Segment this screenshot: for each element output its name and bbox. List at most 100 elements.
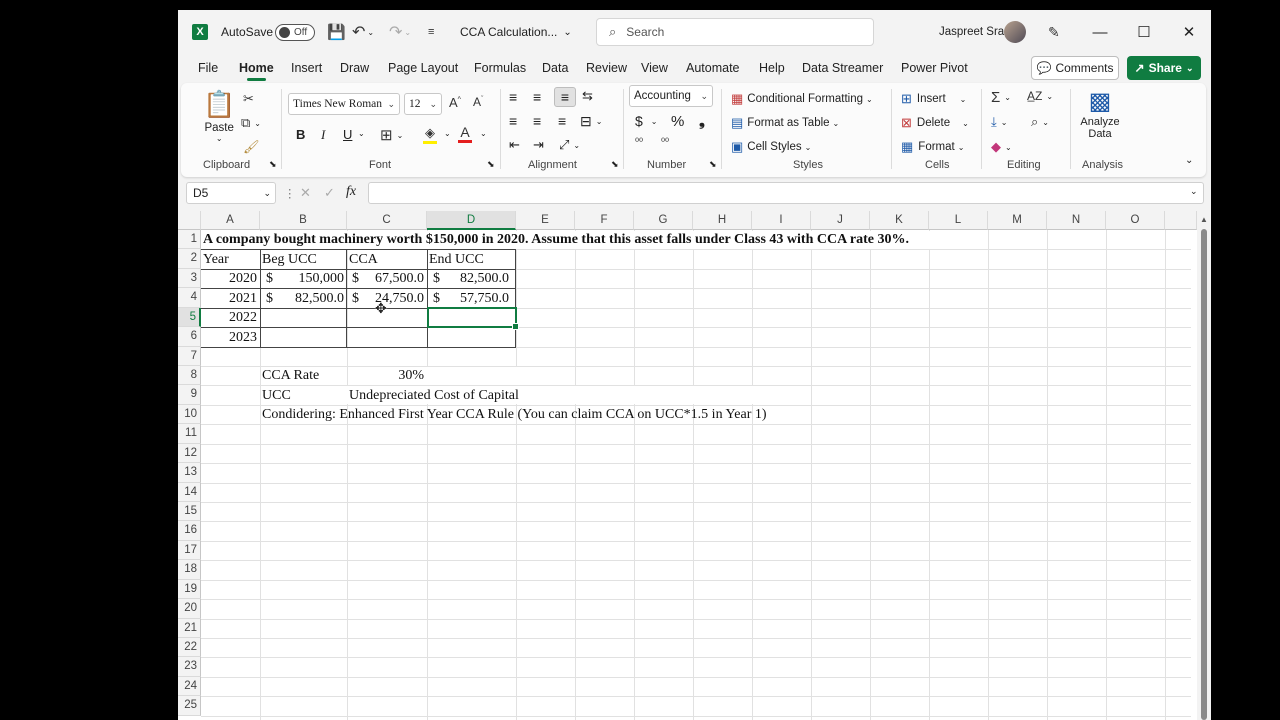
share-button[interactable]: ↗ Share ⌄ [1127, 56, 1201, 80]
delete-cells-button[interactable]: ⊠ Delete ⌄ [901, 115, 969, 131]
insert-cells-button[interactable]: ⊞ Insert ⌄ [901, 91, 966, 107]
cell-c2-header[interactable]: CCA [349, 250, 378, 269]
scroll-up-icon[interactable]: ▲ [1200, 215, 1208, 224]
tab-power-pivot[interactable]: Power Pivot [901, 61, 968, 75]
chevron-down-icon[interactable]: ⌄ [1005, 143, 1012, 152]
tab-file[interactable]: File [198, 61, 218, 75]
tab-page-layout[interactable]: Page Layout [388, 61, 458, 75]
fill-color-icon[interactable]: ◈ [425, 125, 435, 141]
align-left-icon[interactable]: ≡ [509, 113, 517, 129]
column-header-j[interactable]: J [811, 211, 870, 230]
row-header-10[interactable]: 10 [178, 404, 201, 425]
decrease-font-icon[interactable]: Aˇ [473, 95, 483, 109]
avatar[interactable] [1004, 21, 1026, 43]
undo-dropdown-icon[interactable]: ⌄ [367, 28, 374, 37]
redo-icon[interactable]: ↷ [389, 22, 402, 42]
autosum-icon[interactable]: Σ [991, 89, 1000, 106]
row-header-2[interactable]: 2 [178, 249, 201, 269]
row-header-16[interactable]: 16 [178, 521, 201, 541]
column-header-c[interactable]: C [347, 211, 427, 230]
column-header-b[interactable]: B [260, 211, 347, 230]
scrollbar-thumb[interactable] [1201, 229, 1207, 720]
chevron-down-icon[interactable]: ⌄ [254, 119, 261, 128]
dialog-launcher-icon[interactable]: ⬊ [487, 159, 495, 170]
align-center-icon[interactable]: ≡ [533, 113, 541, 129]
fill-down-icon[interactable]: ⤓ [991, 114, 997, 130]
cell-b3[interactable]: 150,000 [260, 269, 347, 288]
autosave-toggle[interactable]: Off [275, 23, 315, 41]
chevron-down-icon[interactable]: ⌄ [1004, 93, 1011, 102]
more-icon[interactable]: ⋮ [284, 186, 296, 200]
cancel-icon[interactable]: ✕ [300, 185, 311, 201]
row-header-11[interactable]: 11 [178, 424, 201, 444]
cell-a6[interactable]: 2023 [201, 328, 260, 347]
chevron-down-icon[interactable]: ⌄ [1001, 118, 1008, 127]
cell-a2-header[interactable]: Year [203, 250, 229, 269]
row-header-25[interactable]: 25 [178, 696, 201, 716]
font-color-dropdown-icon[interactable]: ⌄ [480, 129, 487, 138]
orientation-icon[interactable]: ⤢ [559, 137, 569, 153]
row-header-6[interactable]: 6 [178, 327, 201, 347]
row-header-22[interactable]: 22 [178, 638, 201, 658]
borders-icon[interactable]: ⊞ [380, 126, 393, 144]
cell-a3[interactable]: 2020 [201, 269, 260, 288]
save-icon[interactable]: 💾 [327, 23, 346, 41]
row-header-13[interactable]: 13 [178, 463, 201, 483]
tab-formulas[interactable]: Formulas [474, 61, 526, 75]
dialog-launcher-icon[interactable]: ⬊ [709, 159, 717, 170]
column-header-g[interactable]: G [634, 211, 693, 230]
name-box[interactable]: D5 ⌄ [186, 182, 276, 204]
tab-home[interactable]: Home [239, 61, 274, 81]
column-header-f[interactable]: F [575, 211, 634, 230]
copy-icon[interactable]: ⧉ [241, 115, 250, 131]
wrap-text-icon[interactable]: ⇆ [582, 88, 593, 104]
collapse-ribbon-icon[interactable]: ⌄ [1185, 155, 1193, 166]
row-header-4[interactable]: 4 [178, 288, 201, 308]
column-header-d[interactable]: D [427, 211, 516, 230]
dialog-launcher-icon[interactable]: ⬊ [269, 159, 277, 170]
vertical-scrollbar[interactable]: ▲ [1197, 211, 1211, 720]
tab-review[interactable]: Review [586, 61, 627, 75]
cell-b2-header[interactable]: Beg UCC [262, 250, 317, 269]
analyze-data-button[interactable]: ▩ Analyze Data [1077, 87, 1123, 140]
select-all-corner[interactable] [178, 211, 201, 230]
paste-button[interactable]: 📋 Paste ⌄ [203, 89, 235, 143]
sort-filter-icon[interactable]: A̲Z [1027, 89, 1042, 103]
cell-a5[interactable]: 2022 [201, 308, 260, 327]
row-header-12[interactable]: 12 [178, 443, 201, 464]
tab-draw[interactable]: Draw [340, 61, 369, 75]
column-header-h[interactable]: H [693, 211, 752, 230]
bold-button[interactable]: B [296, 127, 305, 142]
column-header-m[interactable]: M [988, 211, 1047, 230]
row-header-14[interactable]: 14 [178, 482, 201, 502]
cell-styles-button[interactable]: ▣ Cell Styles ⌄ [731, 139, 811, 155]
row-header-9[interactable]: 9 [178, 385, 201, 405]
find-select-icon[interactable]: ⌕ [1031, 114, 1038, 130]
column-header-e[interactable]: E [516, 211, 575, 230]
row-header-1[interactable]: 1 [178, 230, 201, 250]
active-cell-d5[interactable] [427, 307, 519, 330]
comments-button[interactable]: 💬 Comments [1031, 56, 1119, 80]
tab-data[interactable]: Data [542, 61, 568, 75]
underline-dropdown-icon[interactable]: ⌄ [358, 129, 365, 138]
font-name-select[interactable]: Times New Roman ⌄ [288, 93, 400, 115]
column-header-n[interactable]: N [1047, 211, 1106, 230]
clear-icon[interactable]: ◆ [991, 139, 1001, 155]
cell-d3[interactable]: 82,500.0 [427, 269, 512, 288]
formula-input[interactable] [368, 182, 1204, 204]
redo-dropdown-icon[interactable]: ⌄ [404, 28, 411, 37]
align-right-icon[interactable]: ≡ [558, 113, 566, 129]
close-button[interactable]: ✕ [1167, 23, 1211, 41]
accounting-format-button[interactable]: $ ⌄ [635, 113, 658, 129]
column-header-i[interactable]: I [752, 211, 811, 230]
expand-formula-icon[interactable]: ⌄ [1190, 186, 1198, 197]
decrease-decimal-icon[interactable]: ⁰⁰ [661, 137, 669, 148]
tab-help[interactable]: Help [759, 61, 785, 75]
row-header-8[interactable]: 8 [178, 366, 201, 386]
file-name-dropdown[interactable]: CCA Calculation... ⌄ [460, 10, 572, 54]
format-cells-button[interactable]: ▦ Format ⌄ [901, 139, 964, 155]
search-box[interactable]: ⌕ Search [596, 18, 874, 46]
align-top-icon[interactable]: ≡ [509, 89, 517, 105]
row-header-18[interactable]: 18 [178, 560, 201, 580]
cell-a4[interactable]: 2021 [201, 289, 260, 308]
